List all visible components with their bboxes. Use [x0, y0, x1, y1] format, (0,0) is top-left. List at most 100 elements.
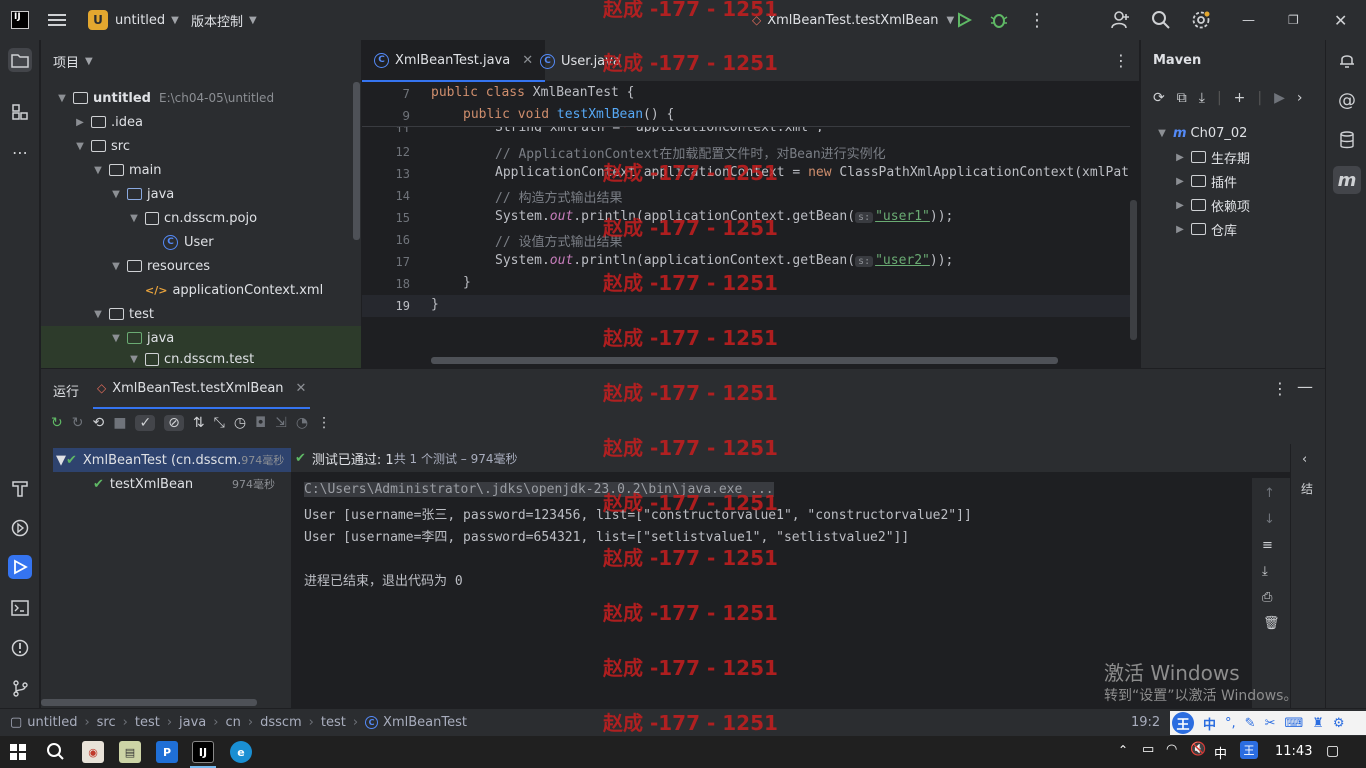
ime-language[interactable]: 中 [1203, 714, 1216, 733]
tree-row-user[interactable]: C User [41, 230, 361, 254]
restore-button[interactable]: ❐ [1288, 0, 1299, 40]
more-icon[interactable]: ⋮ [317, 415, 331, 431]
start-button[interactable] [10, 744, 26, 764]
structure-tool-button[interactable] [8, 100, 32, 124]
tree-row-untitled[interactable]: ▼ untitled E:\ch04-05\untitled [41, 86, 361, 110]
maven-item-dependencies[interactable]: ▶ 依赖项 [1141, 193, 1321, 217]
editor-hscrollbar[interactable] [431, 357, 1058, 364]
stop-icon[interactable]: ■ [113, 415, 126, 431]
project-tool-button[interactable] [8, 48, 32, 72]
hide-panel-icon[interactable]: — [1297, 377, 1313, 396]
ime-punct-icon[interactable]: °, [1225, 716, 1236, 731]
settings-button[interactable] [1191, 0, 1211, 40]
tree-row-package-test[interactable]: ▼ cn.dsscm.test [41, 350, 361, 368]
chevron-right-icon[interactable]: › [1297, 90, 1303, 106]
show-ignored-icon[interactable]: ⊘ [164, 415, 184, 431]
database-button[interactable] [1335, 128, 1359, 152]
ai-assistant-icon[interactable]: @ [1335, 88, 1359, 112]
taskbar-app-icon[interactable]: ◉ [82, 741, 104, 763]
vcs-selector[interactable]: 版本控制 ▼ [191, 0, 257, 40]
add-module-icon[interactable]: ⧉ [1177, 90, 1187, 106]
debug-button[interactable] [990, 0, 1008, 40]
tree-row-package-pojo[interactable]: ▼ cn.dsscm.pojo [41, 206, 361, 230]
tree-row-test-java[interactable]: ▼ java [41, 326, 361, 350]
tree-row-resources[interactable]: ▼ resources [41, 254, 361, 278]
ime-pen-icon[interactable]: ✎ [1245, 716, 1256, 731]
download-icon[interactable]: ⤓ [1199, 90, 1205, 106]
camera-icon[interactable]: ◘ [255, 415, 266, 431]
tree-row-idea[interactable]: ▶ .idea [41, 110, 361, 134]
toggle-autotest-icon[interactable]: ⟲ [92, 415, 104, 431]
up-arrow-icon[interactable]: ↑ [1264, 486, 1275, 501]
test-tree-scrollbar[interactable] [41, 699, 257, 706]
run-config-selector[interactable]: ◇ XmlBeanTest.testXmlBean ▼ [752, 0, 954, 40]
tree-row-java[interactable]: ▼ java [41, 182, 361, 206]
ime-logo-icon[interactable]: 王 [1172, 712, 1194, 734]
project-panel-header[interactable]: 项目 ▼ [53, 52, 93, 71]
breadcrumb-item[interactable]: cn [225, 715, 240, 730]
sort-icon[interactable]: ⇅ [193, 415, 205, 431]
edge-icon[interactable]: e [230, 741, 252, 763]
tray-ime-icon[interactable]: 王 [1240, 741, 1258, 759]
intellij-logo[interactable]: IJ [11, 0, 29, 40]
close-button[interactable]: ✕ [1334, 0, 1347, 40]
close-tab-icon[interactable]: ✕ [296, 381, 307, 396]
caret-position[interactable]: 19:2 [1131, 715, 1160, 730]
rerun-icon[interactable]: ↻ [51, 415, 63, 431]
tray-battery-icon[interactable]: ▭ [1142, 742, 1154, 757]
reload-icon[interactable]: ⟳ [1153, 90, 1165, 106]
breadcrumb-item[interactable]: test [321, 715, 346, 730]
intellij-taskbar-icon[interactable]: IJ [192, 741, 214, 763]
breadcrumb-item[interactable]: untitled [27, 715, 77, 730]
minimize-button[interactable]: — [1242, 0, 1255, 40]
run-button[interactable] [956, 0, 972, 40]
run-more-icon[interactable]: ⋮ [1272, 379, 1288, 398]
search-button[interactable] [46, 742, 64, 764]
breadcrumb-item[interactable]: dsscm [260, 715, 302, 730]
breadcrumb-item[interactable]: XmlBeanTest [383, 715, 467, 730]
maven-tool-button[interactable]: m [1333, 166, 1361, 194]
services-tool-button[interactable] [8, 516, 32, 540]
maven-item-repositories[interactable]: ▶ 仓库 [1141, 217, 1321, 241]
tray-language[interactable]: 中 [1214, 743, 1227, 762]
git-tool-button[interactable] [8, 676, 32, 700]
more-actions-icon[interactable]: ⋮ [1028, 0, 1046, 40]
test-tree-row-method[interactable]: ✔ testXmlBean 974毫秒 [93, 472, 291, 496]
history-icon[interactable]: ◷ [234, 415, 246, 431]
maven-item-plugins[interactable]: ▶ 插件 [1141, 169, 1321, 193]
coverage-icon[interactable]: ◔ [296, 415, 308, 431]
breadcrumb-item[interactable]: test [135, 715, 160, 730]
print-icon[interactable]: ⎙ [1262, 590, 1272, 605]
run-tool-button[interactable] [8, 555, 32, 579]
more-tools-icon[interactable]: ⋯ [8, 140, 32, 164]
chevron-left-icon[interactable]: ‹ [1302, 452, 1307, 467]
side-tab-label[interactable]: 结 [1301, 480, 1313, 497]
import-icon[interactable]: ⇲ [275, 415, 287, 431]
tab-xmlbeantest[interactable]: C XmlBeanTest.java ✕ [362, 40, 546, 82]
tab-run-config[interactable]: ◇ XmlBeanTest.testXmlBean ✕ [93, 369, 311, 409]
tree-row-applicationcontext[interactable]: </> applicationContext.xml [41, 278, 361, 302]
tree-row-test[interactable]: ▼ test [41, 302, 361, 326]
ime-tools-icon[interactable]: ✂ [1265, 716, 1276, 731]
editor-vscrollbar[interactable] [1130, 200, 1137, 340]
tray-wifi-icon[interactable]: ◠ [1166, 742, 1177, 757]
add-icon[interactable]: + [1234, 90, 1246, 106]
notification-center-icon[interactable]: ▢ [1326, 743, 1339, 759]
ime-skin-icon[interactable]: ♜ [1312, 716, 1324, 731]
soft-wrap-icon[interactable]: ≡ [1262, 538, 1273, 553]
problems-tool-button[interactable] [8, 636, 32, 660]
breadcrumb-item[interactable]: java [179, 715, 206, 730]
run-icon[interactable]: ▶ [1274, 90, 1285, 106]
tray-clock[interactable]: 11:43 [1275, 744, 1312, 759]
tray-chevron-up-icon[interactable]: ⌃ [1118, 743, 1128, 757]
main-menu-button[interactable] [48, 0, 66, 40]
maven-item-lifecycle[interactable]: ▶ 生存期 [1141, 145, 1321, 169]
terminal-tool-button[interactable] [8, 596, 32, 620]
tree-row-main[interactable]: ▼ main [41, 158, 361, 182]
tab-user[interactable]: C User.java [528, 40, 633, 82]
editor-more-icon[interactable]: ⋮ [1113, 51, 1129, 70]
maven-root[interactable]: ▼ m Ch07_02 [1141, 121, 1321, 145]
taskbar-p-icon[interactable]: P [156, 741, 178, 763]
scroll-to-end-icon[interactable]: ⤓ [1262, 564, 1268, 579]
breadcrumb-item[interactable]: src [97, 715, 116, 730]
